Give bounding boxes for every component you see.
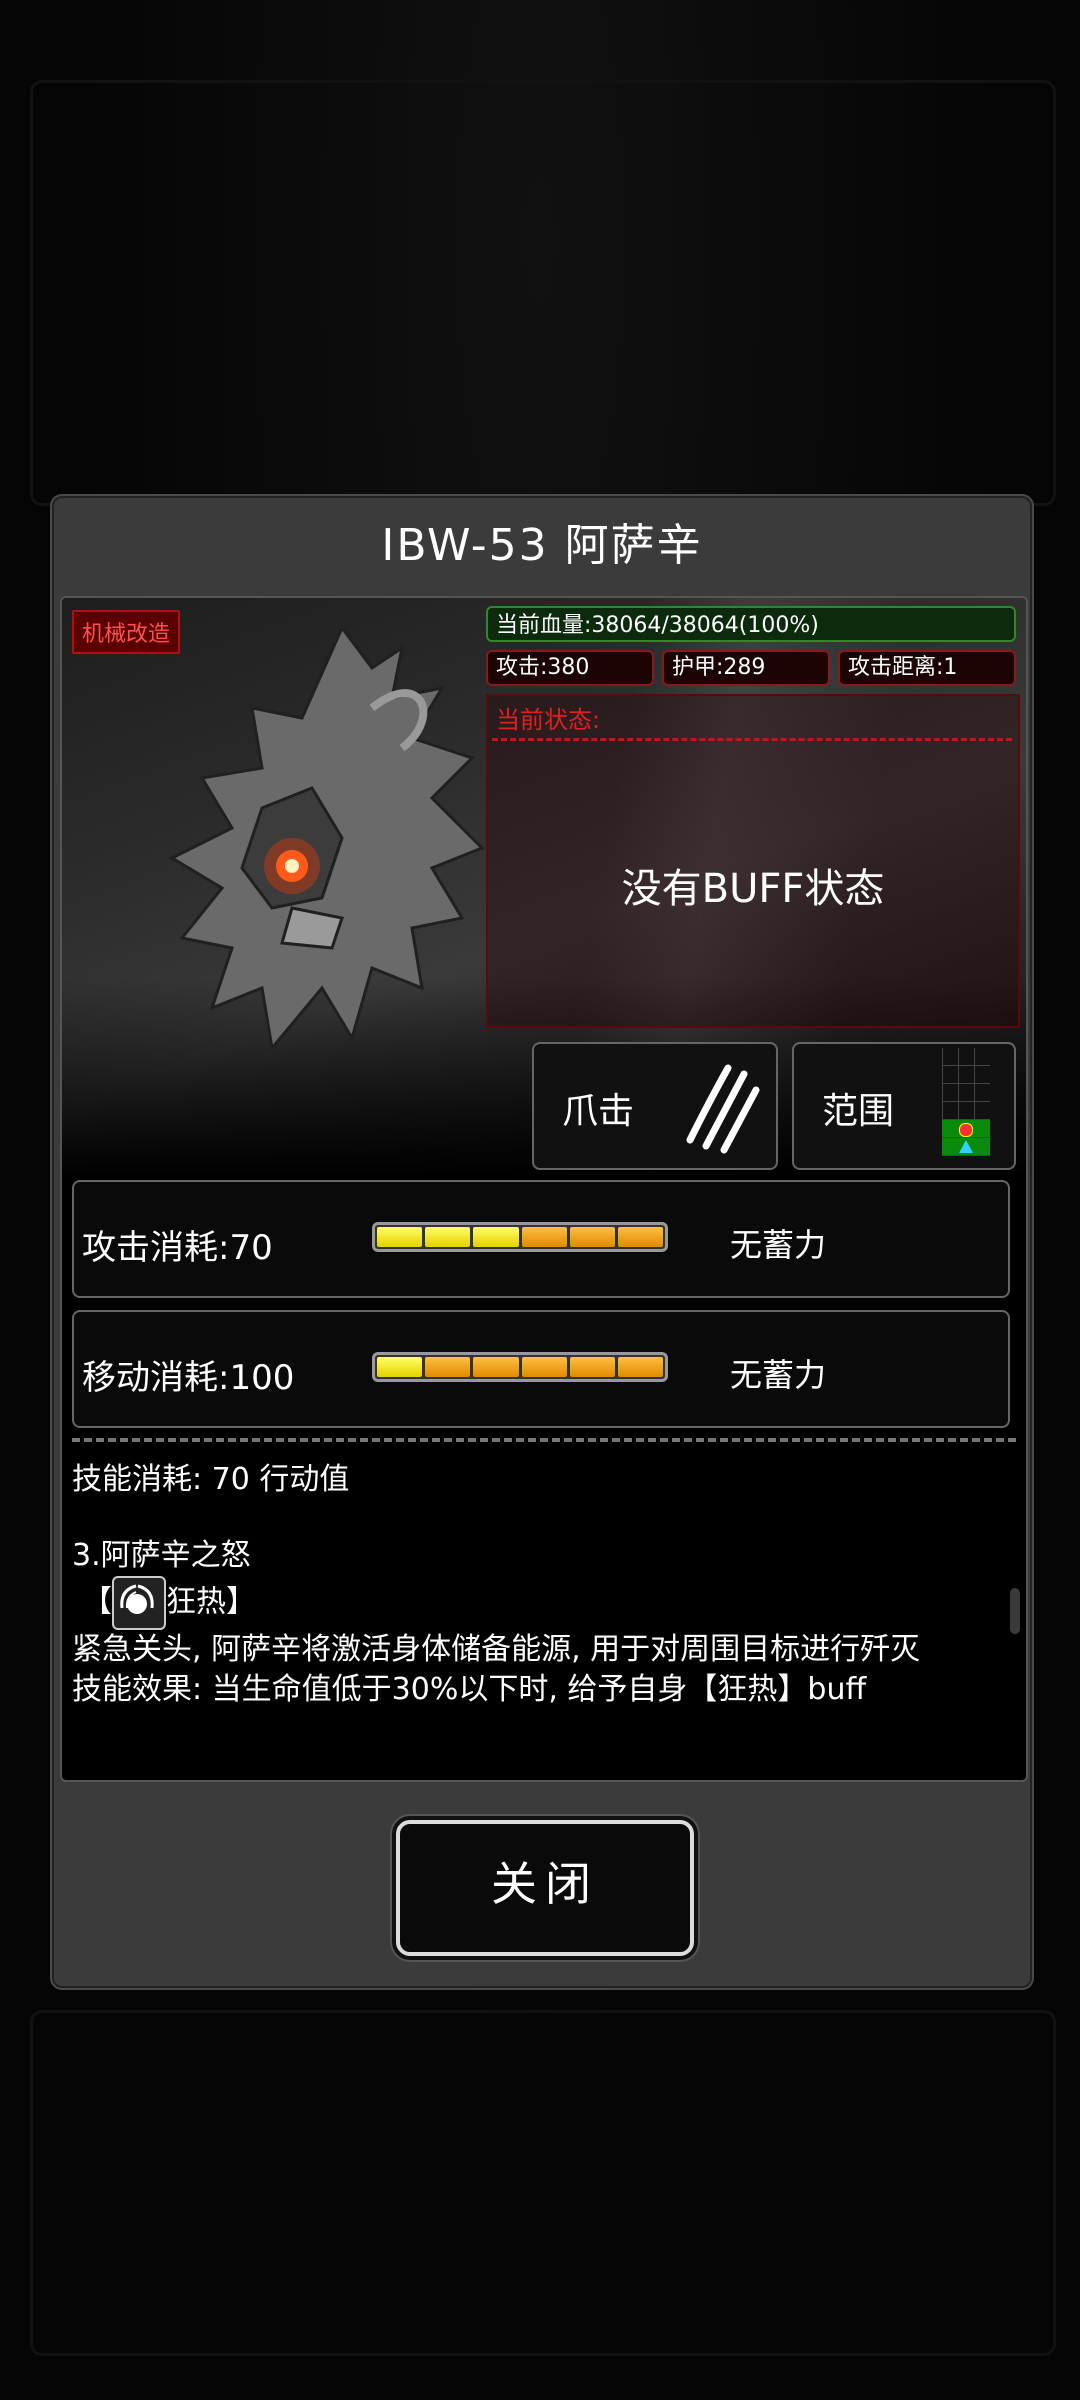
- section-divider: [72, 1438, 1016, 1442]
- description-scrollbar[interactable]: [1010, 1588, 1020, 1634]
- unit-portrait: [168, 625, 485, 1052]
- move-cost-row: 移动消耗:100 无蓄力: [72, 1310, 1010, 1428]
- skill-description[interactable]: 技能消耗: 70 行动值 3.阿萨辛之怒 【 狂热】 紧急关头, 阿萨辛将激活身…: [72, 1460, 992, 1710]
- attack-charge-note: 无蓄力: [730, 1226, 827, 1264]
- dialog-title: IBW-53 阿萨辛: [381, 520, 703, 571]
- attack-type-card[interactable]: 爪击: [532, 1042, 778, 1170]
- cost-segment: [569, 1227, 615, 1247]
- cost-segment: [425, 1357, 471, 1377]
- range-label: 范围: [822, 1091, 895, 1132]
- buff-name: 狂热】: [166, 1584, 256, 1620]
- hp-bar: 当前血量:38064/38064(100%): [486, 606, 1016, 642]
- unit-info-dialog: IBW-53 阿萨辛 机械改造 当前血量:38064/38064(100%) 攻…: [50, 494, 1034, 1990]
- move-charge-note: 无蓄力: [730, 1356, 827, 1394]
- status-panel: 当前状态: 没有BUFF状态: [486, 694, 1020, 1028]
- cost-segment: [569, 1357, 615, 1377]
- dialog-body: 机械改造 当前血量:38064/38064(100%) 攻击:380 护甲:28…: [60, 596, 1028, 1782]
- cost-segment: [377, 1357, 423, 1377]
- skill-title: 3.阿萨辛之怒: [72, 1538, 251, 1573]
- range-grid-icon: [942, 1048, 990, 1156]
- cost-segment: [473, 1357, 519, 1377]
- cost-segment: [617, 1357, 664, 1377]
- cost-segment: [377, 1227, 423, 1247]
- range-stat: 攻击距离:1: [838, 650, 1016, 686]
- unit-type-tag: 机械改造: [72, 610, 181, 654]
- frenzy-buff-icon: [112, 1576, 166, 1630]
- buff-bracket: 【: [82, 1584, 112, 1620]
- cost-segment: [521, 1357, 567, 1377]
- claw-slash-icon: [686, 1064, 760, 1154]
- armor-stat: 护甲:289: [662, 650, 830, 686]
- skill-cost-line: 技能消耗: 70 行动值: [72, 1462, 350, 1497]
- cost-segment: [473, 1227, 519, 1247]
- background-panel-bottom: [30, 2010, 1056, 2356]
- move-cost-bar: [372, 1352, 668, 1382]
- skill-effect: 技能效果: 当生命值低于30%以下时, 给予自身【狂热】buff: [72, 1672, 867, 1707]
- cost-segment: [425, 1227, 471, 1247]
- skill-text: 紧急关头, 阿萨辛将激活身体储备能源, 用于对周围目标进行歼灭: [72, 1632, 921, 1667]
- buff-line: 【 狂热】: [82, 1576, 992, 1630]
- attack-cost-row: 攻击消耗:70 无蓄力: [72, 1180, 1010, 1298]
- attack-cost-label: 攻击消耗:70: [82, 1228, 273, 1268]
- status-label: 当前状态:: [496, 706, 601, 734]
- background-panel: [30, 80, 1056, 506]
- close-button[interactable]: 关闭: [396, 1820, 694, 1956]
- range-card[interactable]: 范围: [792, 1042, 1016, 1170]
- cost-segment: [617, 1227, 664, 1247]
- status-empty-text: 没有BUFF状态: [621, 866, 885, 912]
- move-cost-label: 移动消耗:100: [82, 1358, 295, 1398]
- attack-stat: 攻击:380: [486, 650, 654, 686]
- attack-cost-bar: [372, 1222, 668, 1252]
- status-divider: [492, 738, 1012, 741]
- attack-type-label: 爪击: [562, 1091, 635, 1132]
- unit-scene: 机械改造 当前血量:38064/38064(100%) 攻击:380 护甲:28…: [62, 598, 1026, 1178]
- cost-segment: [521, 1227, 567, 1247]
